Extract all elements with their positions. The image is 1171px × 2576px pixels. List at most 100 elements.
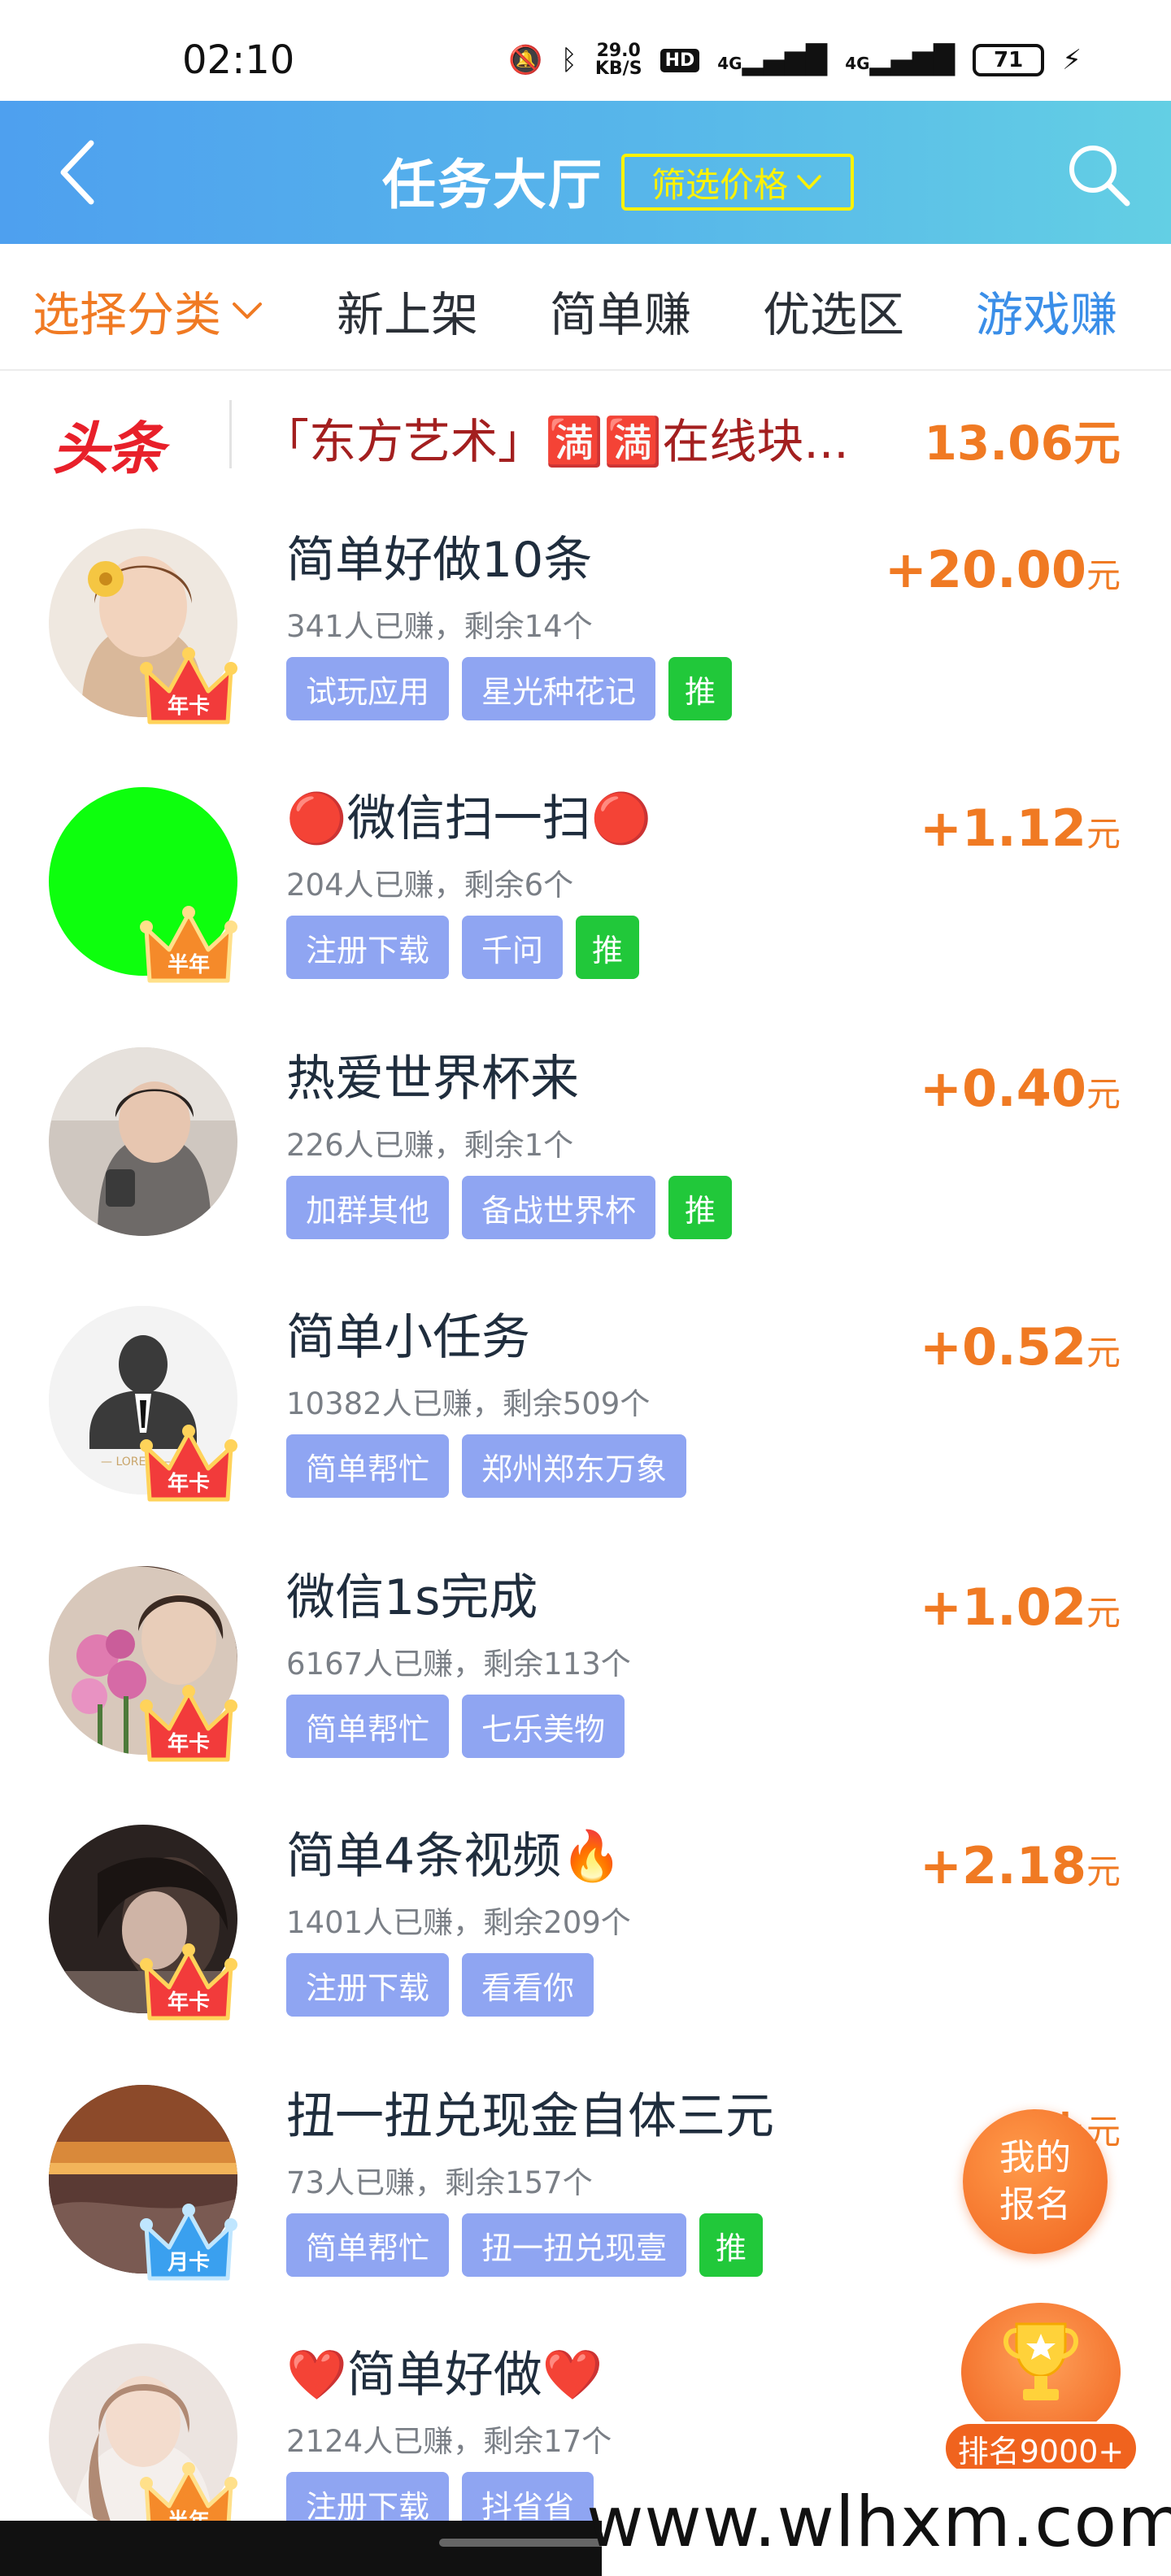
task-tag: 简单帮忙 bbox=[286, 1695, 450, 1758]
page-title: 任务大厅 bbox=[382, 154, 603, 216]
task-title: 🔴微信扫一扫🔴 bbox=[286, 790, 652, 847]
reward-prefix: + bbox=[920, 1836, 962, 1895]
reward-unit: 元 bbox=[1086, 814, 1121, 854]
task-item[interactable]: 年卡 简单好做10条 341人已赚，剩余14个 试玩应用 星光种花记 推 +20… bbox=[0, 520, 1171, 781]
tag-list: 简单帮忙 七乐美物 bbox=[286, 1695, 625, 1758]
reward-unit: 元 bbox=[1086, 1593, 1121, 1633]
task-title: 微信1s完成 bbox=[286, 1569, 538, 1626]
chevron-down-icon bbox=[233, 302, 263, 319]
push-tag: 推 bbox=[668, 1176, 733, 1239]
network-type-1: 4G bbox=[717, 54, 742, 73]
task-item[interactable]: — LOREM — 年卡 简单小任务 10382人已赚，剩余509个 简单帮忙 … bbox=[0, 1298, 1171, 1558]
task-tag: 加群其他 bbox=[286, 1176, 450, 1239]
battery-icon: 71 bbox=[973, 44, 1045, 76]
task-reward: +2.18元 bbox=[920, 1836, 1121, 1895]
task-title: 简单好做10条 bbox=[286, 532, 593, 589]
reward-unit: 元 bbox=[1086, 1074, 1121, 1114]
app-header: 任务大厅 筛选价格 bbox=[0, 101, 1171, 244]
tab-label: 选择分类 bbox=[33, 287, 222, 342]
task-meta: 6167人已赚，剩余113个 bbox=[286, 1647, 631, 1682]
signal-icon-2: 4G▂▄▆█ bbox=[845, 44, 956, 76]
reward-prefix: + bbox=[920, 798, 962, 858]
tab-preferred[interactable]: 优选区 bbox=[763, 276, 904, 345]
badge-crown: 年卡 bbox=[138, 1412, 239, 1512]
badge-crown: 半年 bbox=[138, 893, 239, 994]
crown-icon bbox=[140, 1685, 237, 1762]
reward-unit: 元 bbox=[1086, 1333, 1121, 1373]
reward-value: 0.40 bbox=[962, 1059, 1086, 1118]
task-meta: 226人已赚，剩余1个 bbox=[286, 1128, 574, 1163]
task-reward: +0.52元 bbox=[920, 1317, 1121, 1377]
hd-badge: HD bbox=[660, 48, 700, 72]
badge-crown: 月卡 bbox=[138, 2191, 239, 2291]
task-tag: 千问 bbox=[462, 916, 564, 979]
task-tag: 星光种花记 bbox=[462, 657, 656, 720]
tab-game-earn[interactable]: 游戏赚 bbox=[976, 276, 1117, 345]
trophy-badge bbox=[961, 2303, 1121, 2441]
task-item[interactable]: 半年 🔴微信扫一扫🔴 204人已赚，剩余6个 注册下载 千问 推 +1.12元 bbox=[0, 779, 1171, 1039]
reward-value: 1.02 bbox=[962, 1577, 1086, 1637]
search-icon bbox=[1069, 146, 1130, 207]
task-item[interactable]: 年卡 简单4条视频🔥 1401人已赚，剩余209个 注册下载 看看你 +2.18… bbox=[0, 1817, 1171, 2077]
task-title: 扭一扭兑现金自体三元 bbox=[286, 2088, 774, 2145]
filter-price-label: 筛选价格 bbox=[651, 164, 788, 205]
signup-label-line2: 报名 bbox=[999, 2184, 1071, 2226]
task-tag: 七乐美物 bbox=[462, 1695, 625, 1758]
badge-label: 年卡 bbox=[167, 694, 210, 719]
tag-list: 简单帮忙 郑州郑东万象 bbox=[286, 1434, 687, 1498]
ranking-button[interactable]: 排名9000+ bbox=[943, 2303, 1138, 2482]
push-tag: 推 bbox=[699, 2213, 764, 2277]
chevron-left-icon bbox=[60, 140, 94, 205]
task-title: 简单小任务 bbox=[286, 1309, 530, 1366]
task-item[interactable]: 热爱世界杯来 226人已赚，剩余1个 加群其他 备战世界杯 推 +0.40元 bbox=[0, 1039, 1171, 1299]
charging-icon: ⚡ bbox=[1062, 44, 1082, 76]
badge-label: 半年 bbox=[167, 953, 210, 977]
crown-icon bbox=[140, 906, 237, 983]
tab-select-category[interactable]: 选择分类 bbox=[33, 276, 267, 345]
reward-value: 1.12 bbox=[962, 798, 1086, 858]
rank-label: 排名9000+ bbox=[943, 2422, 1138, 2475]
status-time: 02:10 bbox=[182, 37, 295, 83]
task-tag: 注册下载 bbox=[286, 916, 450, 979]
crown-icon bbox=[140, 1943, 237, 2021]
task-meta: 341人已赚，剩余14个 bbox=[286, 609, 593, 644]
reward-unit: 元 bbox=[1086, 555, 1121, 595]
task-meta: 73人已赚，剩余157个 bbox=[286, 2165, 593, 2200]
crown-icon bbox=[140, 647, 237, 724]
mute-icon: 🔕 bbox=[508, 44, 543, 76]
tab-new-listing[interactable]: 新上架 bbox=[337, 276, 478, 345]
status-icons: 🔕 ᛒ 29.0 KB/S HD 4G▂▄▆█ 4G▂▄▆█ 71 ⚡ bbox=[508, 42, 1082, 78]
tag-list: 加群其他 备战世界杯 推 bbox=[286, 1176, 733, 1239]
task-item[interactable]: 年卡 微信1s完成 6167人已赚，剩余113个 简单帮忙 七乐美物 +1.02… bbox=[0, 1558, 1171, 1818]
tag-list: 简单帮忙 扭一扭兑现壹 推 bbox=[286, 2213, 764, 2277]
bluetooth-icon: ᛒ bbox=[560, 44, 577, 76]
filter-price-button[interactable]: 筛选价格 bbox=[621, 154, 854, 211]
trophy-icon bbox=[1003, 2322, 1078, 2400]
badge-label: 月卡 bbox=[167, 2251, 210, 2275]
badge-label: 年卡 bbox=[167, 1991, 210, 2015]
push-tag: 推 bbox=[668, 657, 733, 720]
signup-label-line1: 我的 bbox=[999, 2137, 1071, 2178]
reward-prefix: + bbox=[884, 540, 927, 599]
reward-value: 2.18 bbox=[962, 1836, 1086, 1895]
network-speed: 29.0 KB/S bbox=[595, 42, 642, 78]
reward-value: 20.00 bbox=[926, 540, 1086, 599]
task-title: 热爱世界杯来 bbox=[286, 1051, 579, 1107]
task-tag: 扭一扭兑现壹 bbox=[462, 2213, 687, 2277]
crown-icon bbox=[140, 2204, 237, 2281]
search-button[interactable] bbox=[1062, 138, 1135, 211]
my-signup-button[interactable]: 我的 报名 bbox=[963, 2109, 1108, 2254]
task-reward: +0.40元 bbox=[920, 1059, 1121, 1118]
task-meta: 2124人已赚，剩余17个 bbox=[286, 2424, 612, 2459]
task-tag: 注册下载 bbox=[286, 1953, 450, 2017]
back-button[interactable] bbox=[41, 132, 122, 213]
category-tabs: 选择分类 新上架 简单赚 优选区 游戏赚 bbox=[0, 244, 1171, 371]
tag-list: 试玩应用 星光种花记 推 bbox=[286, 657, 733, 720]
tag-list: 注册下载 千问 推 bbox=[286, 916, 640, 979]
task-title: 简单4条视频🔥 bbox=[286, 1828, 622, 1885]
headline-banner[interactable]: 头条 「东方艺术」🈵🈵在线块... 13.06元 bbox=[0, 372, 1171, 494]
badge-crown: 年卡 bbox=[138, 634, 239, 735]
reward-prefix: + bbox=[920, 1059, 962, 1118]
tab-simple-earn[interactable]: 简单赚 bbox=[550, 276, 691, 345]
badge-label: 年卡 bbox=[167, 1472, 210, 1496]
